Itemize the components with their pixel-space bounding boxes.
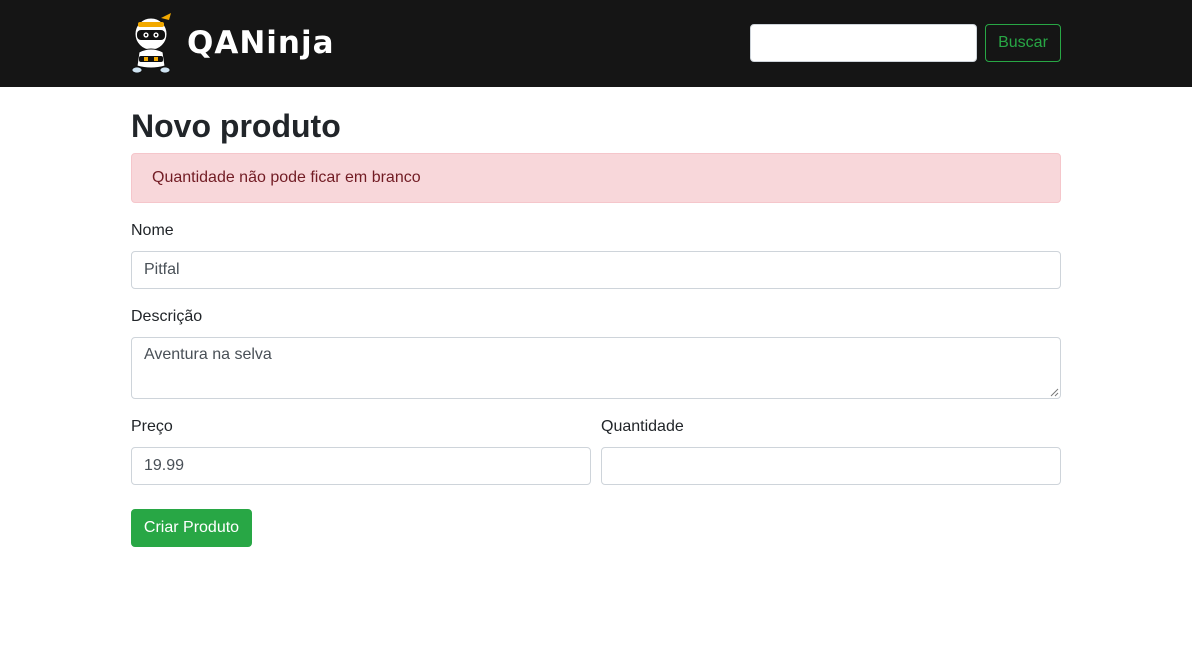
search-input[interactable] (750, 24, 977, 62)
price-field-value: 19.99 (144, 457, 185, 474)
name-label: Nome (131, 222, 174, 239)
navbar: QANinja Buscar (0, 0, 1192, 87)
quantity-field[interactable] (601, 447, 1061, 485)
create-product-button[interactable]: Criar Produto (131, 509, 252, 547)
price-field[interactable]: 19.99 (131, 447, 591, 485)
search-button[interactable]: Buscar (985, 24, 1061, 62)
ninja-mascot-icon (131, 13, 171, 74)
page-title: Novo produto (131, 108, 341, 144)
description-label: Descrição (131, 308, 203, 325)
error-alert: Quantidade não pode ficar em branco (131, 153, 1061, 203)
description-textarea-value: Aventura na selva (144, 346, 272, 363)
name-field-value: Pitfal (144, 261, 180, 278)
brand-name: QANinja (187, 24, 335, 61)
brand-link[interactable]: QANinja (131, 12, 336, 74)
error-alert-message: Quantidade não pode ficar em branco (152, 169, 421, 186)
name-field[interactable]: Pitfal (131, 251, 1061, 289)
description-textarea[interactable]: Aventura na selva (131, 337, 1061, 399)
resize-handle-icon[interactable] (1049, 387, 1059, 397)
quantity-label: Quantidade (601, 418, 684, 435)
price-label: Preço (131, 418, 173, 435)
